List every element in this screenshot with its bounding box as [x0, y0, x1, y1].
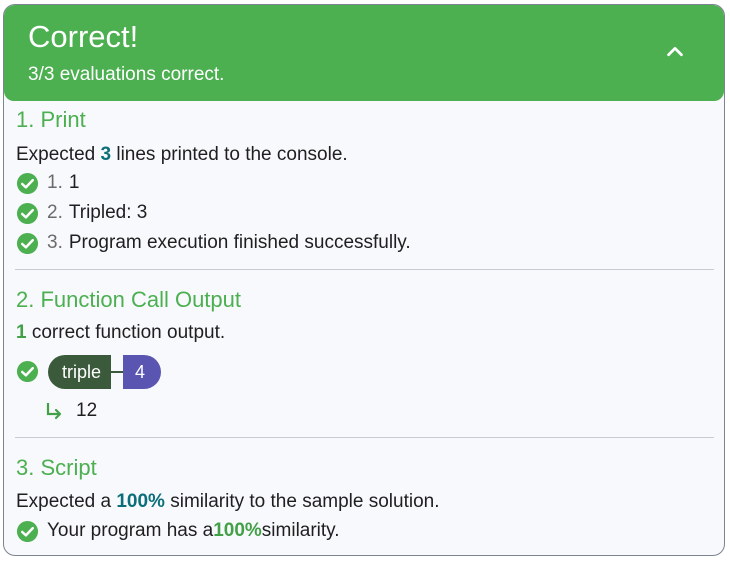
function-argument: 4 — [123, 355, 162, 389]
function-name: triple — [48, 355, 112, 389]
section-title-script: 3. Script — [16, 455, 97, 480]
print-summary: Expected 3 lines printed to the console. — [16, 144, 348, 166]
section-divider — [15, 437, 714, 438]
function-summary: 1 correct function output. — [16, 322, 225, 344]
check-circle-icon — [16, 202, 39, 224]
list-item: 1. 1 — [16, 171, 79, 195]
print-summary-post: lines printed to the console. — [111, 144, 348, 165]
result-title: Correct! — [28, 19, 139, 54]
print-expected-count: 3 — [100, 144, 112, 165]
item-text: Tripled: 3 — [68, 202, 148, 223]
section-divider — [15, 269, 714, 270]
item-number: 1. — [47, 172, 63, 193]
function-call-pill: triple 4 — [48, 355, 162, 389]
section-title-function-call: 2. Function Call Output — [16, 287, 242, 312]
script-similarity-value: 100% — [213, 520, 262, 541]
script-result-post: similarity. — [261, 520, 340, 541]
evaluation-card: Correct! 3/3 evaluations correct. 1. Pri… — [3, 4, 725, 556]
script-summary-pre: Expected a — [16, 491, 117, 512]
item-text: Program execution finished successfully. — [68, 232, 411, 253]
function-result: 12 — [76, 400, 98, 421]
function-correct-count: 1 — [16, 322, 27, 343]
function-return: 12 — [44, 400, 97, 422]
script-result: Your program has a 100% similarity. — [16, 519, 340, 543]
print-summary-pre: Expected — [16, 144, 101, 165]
list-item: 3. Program execution finished successful… — [16, 231, 411, 255]
function-summary-post: correct function output. — [26, 322, 226, 343]
item-text: 1 — [68, 172, 80, 193]
pill-connector — [111, 371, 124, 373]
check-circle-icon — [16, 360, 39, 383]
check-circle-icon — [16, 520, 39, 542]
result-subtitle: 3/3 evaluations correct. — [28, 64, 225, 85]
list-item: 2. Tripled: 3 — [16, 201, 147, 225]
return-arrow-icon — [46, 403, 62, 420]
section-title-print: 1. Print — [16, 107, 86, 132]
item-number: 3. — [47, 232, 63, 253]
item-number: 2. — [47, 202, 63, 223]
script-summary: Expected a 100% similarity to the sample… — [16, 491, 440, 513]
script-result-pre: Your program has a — [47, 520, 214, 541]
script-expected-similarity: 100% — [116, 491, 165, 512]
result-header[interactable]: Correct! 3/3 evaluations correct. — [4, 5, 724, 101]
check-circle-icon — [16, 172, 39, 194]
script-summary-post: similarity to the sample solution. — [164, 491, 440, 512]
check-circle-icon — [16, 232, 39, 254]
chevron-up-icon[interactable] — [664, 41, 686, 63]
